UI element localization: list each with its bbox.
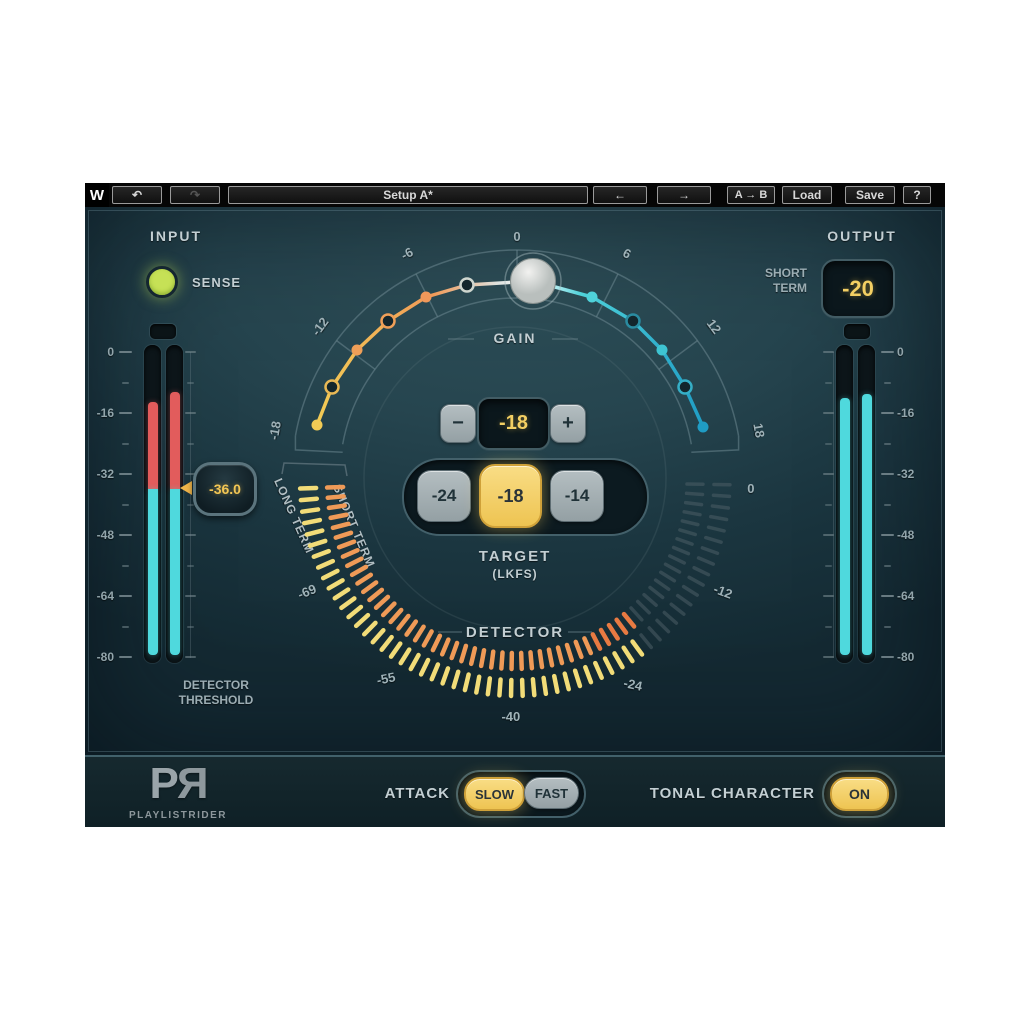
right-arrow-icon: → (678, 189, 690, 201)
input-clip-led (150, 324, 176, 339)
attack-label: ATTACK (350, 785, 450, 802)
target-option--24[interactable]: -24 (417, 470, 471, 522)
top-toolbar: W ↶ ↷ Setup A* ← → A → B Load Save ? (85, 183, 945, 207)
detector-threshold-knob[interactable]: -36.0 (193, 462, 257, 516)
input-title: INPUT (130, 228, 222, 244)
short-term-label: SHORTTERM (747, 266, 807, 296)
tonal-on-button[interactable]: ON (830, 777, 889, 811)
target-option--18[interactable]: -18 (479, 464, 542, 528)
next-preset-button[interactable]: → (657, 186, 711, 204)
waves-logo-icon: W (85, 183, 109, 207)
undo-button[interactable]: ↶ (112, 186, 162, 204)
plus-icon: + (562, 412, 574, 435)
output-title: OUTPUT (812, 228, 912, 244)
sense-led[interactable] (146, 266, 178, 298)
threshold-pointer-icon (180, 481, 192, 495)
save-button[interactable]: Save (845, 186, 895, 204)
short-term-display: -20 (821, 259, 895, 318)
ab-compare-button[interactable]: A → B (727, 186, 775, 204)
detector-label: DETECTOR (455, 624, 575, 641)
left-arrow-icon: ← (614, 189, 626, 201)
attack-fast-button[interactable]: FAST (524, 777, 579, 809)
undo-icon: ↶ (132, 189, 142, 201)
playlist-rider-logo: PЯ (133, 762, 223, 808)
target-option--14[interactable]: -14 (550, 470, 604, 522)
gain-minus-button[interactable]: − (440, 404, 476, 443)
detector-threshold-label: DETECTORTHRESHOLD (146, 678, 286, 708)
output-clip-led (844, 324, 870, 339)
gain-plus-button[interactable]: + (550, 404, 586, 443)
redo-button[interactable]: ↷ (170, 186, 220, 204)
brand-name: PLAYLISTRIDER (113, 810, 243, 821)
gain-label: GAIN (463, 330, 567, 346)
prev-preset-button[interactable]: ← (593, 186, 647, 204)
brand-p-glyph: P (150, 762, 177, 808)
redo-icon: ↷ (190, 189, 200, 201)
setup-field[interactable]: Setup A* (228, 186, 588, 204)
gain-value-display: -18 (477, 397, 550, 450)
sense-label: SENSE (192, 275, 241, 290)
target-units-label: (LKFS) (455, 567, 575, 581)
brand-r-glyph: Я (177, 762, 207, 808)
tonal-character-label: TONAL CHARACTER (640, 785, 815, 802)
playlist-rider-plugin-window: W ↶ ↷ Setup A* ← → A → B Load Save ? 0-1… (0, 0, 1024, 1024)
attack-slow-button[interactable]: SLOW (464, 777, 525, 811)
minus-icon: − (452, 412, 464, 435)
load-button[interactable]: Load (782, 186, 832, 204)
help-button[interactable]: ? (903, 186, 931, 204)
target-label: TARGET (455, 548, 575, 565)
